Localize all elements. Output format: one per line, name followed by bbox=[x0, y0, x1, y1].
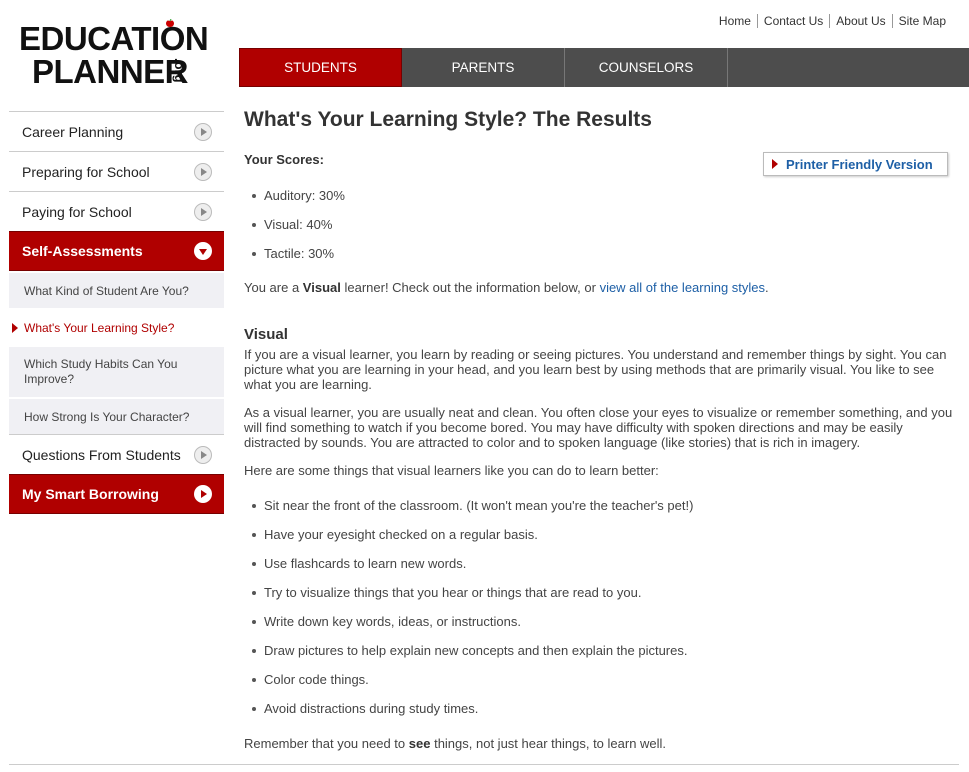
tab-students[interactable]: STUDENTS bbox=[239, 48, 402, 87]
sidebar-item-label: Paying for School bbox=[22, 203, 132, 220]
arrow-right-icon bbox=[194, 445, 212, 464]
sidebar-subitem-study-habits[interactable]: Which Study Habits Can You Improve? bbox=[9, 345, 224, 397]
sidebar-item-paying-for-school[interactable]: Paying for School bbox=[9, 191, 224, 231]
result-style: Visual bbox=[302, 280, 341, 295]
contact-us-link[interactable]: Contact Us bbox=[756, 14, 829, 28]
logo-text-org: .org bbox=[172, 58, 187, 83]
sidebar-subitem-learning-style[interactable]: What's Your Learning Style? bbox=[9, 308, 224, 345]
printer-friendly-label: Printer Friendly Version bbox=[786, 156, 933, 172]
list-item: Avoid distractions during study times. bbox=[252, 701, 693, 730]
site-map-link[interactable]: Site Map bbox=[891, 14, 952, 28]
sidebar-item-label: Preparing for School bbox=[22, 163, 150, 180]
sidebar-subitem-what-kind-of-student[interactable]: What Kind of Student Are You? bbox=[9, 271, 224, 308]
sidebar-item-label: Questions From Students bbox=[22, 446, 181, 463]
footer-divider bbox=[9, 764, 959, 765]
sidebar-item-self-assessments[interactable]: Self-Assessments bbox=[9, 231, 224, 271]
utility-nav: Home Contact Us About Us Site Map bbox=[713, 14, 952, 28]
logo-text-planner: PLANNER bbox=[32, 53, 189, 90]
list-item: Use flashcards to learn new words. bbox=[252, 556, 693, 585]
chevron-down-icon bbox=[194, 242, 212, 260]
score-tactile: Tactile: 30% bbox=[252, 246, 345, 275]
tab-parents[interactable]: PARENTS bbox=[402, 48, 565, 87]
list-item: Color code things. bbox=[252, 672, 693, 701]
sidebar-item-label: Career Planning bbox=[22, 123, 124, 140]
result-mid: learner! Check out the information below… bbox=[340, 280, 600, 295]
arrow-right-icon bbox=[194, 162, 212, 181]
tips-list: Sit near the front of the classroom. (It… bbox=[252, 498, 693, 730]
paragraph-1: If you are a visual learner, you learn b… bbox=[244, 347, 947, 392]
sidebar-item-label: My Smart Borrowing bbox=[22, 486, 159, 502]
tab-counselors[interactable]: COUNSELORS bbox=[565, 48, 728, 87]
list-item: Sit near the front of the classroom. (It… bbox=[252, 498, 693, 527]
arrow-right-icon bbox=[194, 485, 212, 503]
sidebar-subitem-character[interactable]: How Strong Is Your Character? bbox=[9, 397, 224, 434]
score-visual: Visual: 40% bbox=[252, 217, 345, 246]
sidebar-item-career-planning[interactable]: Career Planning bbox=[9, 111, 224, 151]
sidebar: Career Planning Preparing for School Pay… bbox=[9, 111, 224, 514]
result-text: You are a Visual learner! Check out the … bbox=[244, 280, 956, 295]
scores-list: Auditory: 30% Visual: 40% Tactile: 30% bbox=[252, 188, 345, 275]
closing-bold: see bbox=[408, 736, 431, 751]
sidebar-item-questions-from-students[interactable]: Questions From Students bbox=[9, 434, 224, 474]
about-us-link[interactable]: About Us bbox=[829, 14, 891, 28]
list-item: Try to visualize things that you hear or… bbox=[252, 585, 693, 614]
closing-prefix: Remember that you need to bbox=[244, 736, 409, 751]
paragraph-3: Here are some things that visual learner… bbox=[244, 463, 659, 478]
apple-icon bbox=[166, 19, 174, 27]
arrow-right-icon bbox=[194, 202, 212, 221]
sidebar-item-label: Self-Assessments bbox=[22, 243, 143, 259]
list-item: Draw pictures to help explain new concep… bbox=[252, 643, 693, 672]
scores-label: Your Scores: bbox=[244, 152, 324, 167]
logo-text-education: EDUCATION bbox=[19, 20, 209, 57]
score-auditory: Auditory: 30% bbox=[252, 188, 345, 217]
printer-friendly-button[interactable]: Printer Friendly Version bbox=[763, 152, 948, 176]
main-nav: STUDENTS PARENTS COUNSELORS bbox=[239, 48, 969, 87]
site-logo[interactable]: EDUCATION PLANNER .org bbox=[19, 19, 214, 92]
view-all-learning-styles-link[interactable]: view all of the learning styles bbox=[600, 280, 765, 295]
closing-text: Remember that you need to see things, no… bbox=[244, 736, 956, 751]
sidebar-item-my-smart-borrowing[interactable]: My Smart Borrowing bbox=[9, 474, 224, 514]
sidebar-item-preparing-for-school[interactable]: Preparing for School bbox=[9, 151, 224, 191]
page-title: What's Your Learning Style? The Results bbox=[244, 108, 652, 131]
arrow-right-icon bbox=[194, 122, 212, 141]
closing-end: things, not just hear things, to learn w… bbox=[430, 736, 667, 751]
home-link[interactable]: Home bbox=[713, 14, 757, 28]
paragraph-2: As a visual learner, you are usually nea… bbox=[244, 405, 953, 450]
result-end: . bbox=[765, 280, 769, 295]
section-heading: Visual bbox=[244, 326, 288, 343]
list-item: Have your eyesight checked on a regular … bbox=[252, 527, 693, 556]
list-item: Write down key words, ideas, or instruct… bbox=[252, 614, 693, 643]
result-prefix: You are a bbox=[244, 280, 303, 295]
